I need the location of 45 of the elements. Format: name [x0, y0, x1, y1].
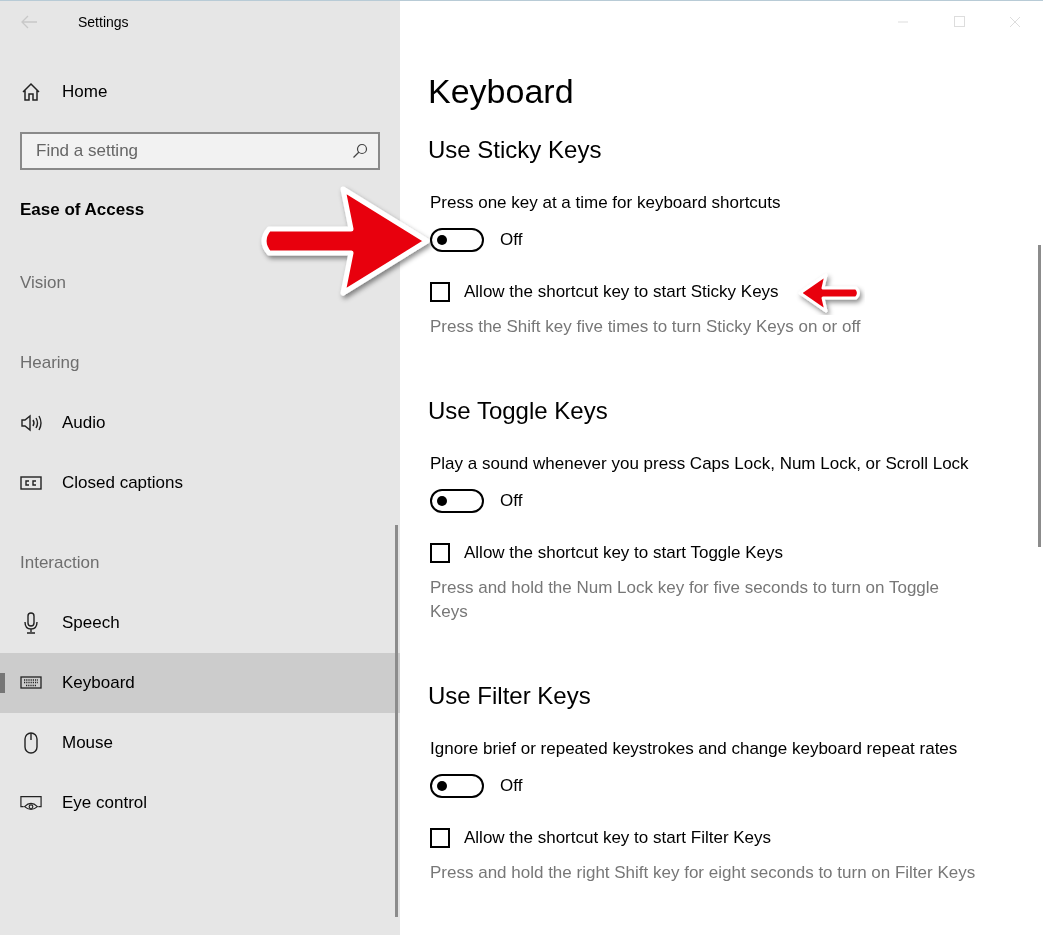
setting-description: Play a sound whenever you press Caps Lock, Num Lock, or Scroll Lock: [430, 453, 970, 475]
checkbox[interactable]: [430, 828, 450, 848]
nav-item[interactable]: Closed captions: [0, 453, 400, 513]
hint-text: Press and hold the right Shift key for eight seconds to turn on Filter Keys: [430, 862, 977, 884]
section-heading: Use Sticky Keys: [428, 135, 603, 165]
setting-description: Press one key at a time for keyboard shortcuts: [430, 192, 782, 214]
toggle-switch[interactable]: [430, 774, 484, 798]
hint-text: Press the Shift key five times to turn Sticky Keys on or off: [430, 316, 862, 338]
keyboard-icon: [20, 676, 42, 690]
page-title: Keyboard: [428, 71, 575, 111]
category-heading: Ease of Access: [20, 200, 145, 220]
checkbox[interactable]: [430, 543, 450, 563]
nav-group-heading: Vision: [20, 273, 66, 293]
checkbox-label[interactable]: Allow the shortcut key to start Filter Keys: [464, 828, 772, 848]
toggle-state-label: Off: [500, 230, 523, 250]
nav-item[interactable]: Eye control: [0, 773, 400, 833]
checkbox[interactable]: [430, 282, 450, 302]
captions-icon: [20, 475, 42, 491]
home-icon: [21, 82, 41, 102]
checkbox-label[interactable]: Allow the shortcut key to start Toggle Keys: [464, 543, 784, 563]
nav-item[interactable]: Audio: [0, 393, 400, 453]
toggle-switch[interactable]: [430, 228, 484, 252]
mouse-icon: [23, 732, 39, 754]
setting-description: Ignore brief or repeated keystrokes and change keyboard repeat rates: [430, 738, 959, 760]
window-title: Settings: [78, 13, 129, 30]
nav-item[interactable]: Keyboard: [0, 653, 400, 713]
nav-group-heading: Hearing: [20, 353, 80, 373]
toggle-state-label: Off: [500, 776, 523, 796]
nav-item[interactable]: Speech: [0, 593, 400, 653]
nav-item[interactable]: Home: [0, 62, 400, 122]
scrollbar[interactable]: [1038, 245, 1041, 547]
toggle-state-label: Off: [500, 491, 523, 511]
scrollbar[interactable]: [395, 525, 398, 917]
search-field[interactable]: Find a setting: [20, 132, 380, 170]
search-icon: [352, 143, 368, 159]
section-heading: Use Filter Keys: [428, 681, 592, 711]
speaker-icon: [20, 413, 42, 433]
checkbox-label[interactable]: Allow the shortcut key to start Sticky Keys: [464, 282, 779, 302]
microphone-icon: [22, 612, 40, 634]
nav-group-heading: Interaction: [20, 553, 100, 573]
eye-control-icon: [20, 794, 42, 812]
hint-text: Press and hold the Num Lock key for five seconds to turn on Toggle Keys: [430, 577, 941, 623]
section-heading: Use Toggle Keys: [428, 396, 609, 426]
toggle-switch[interactable]: [430, 489, 484, 513]
nav-item[interactable]: Mouse: [0, 713, 400, 773]
